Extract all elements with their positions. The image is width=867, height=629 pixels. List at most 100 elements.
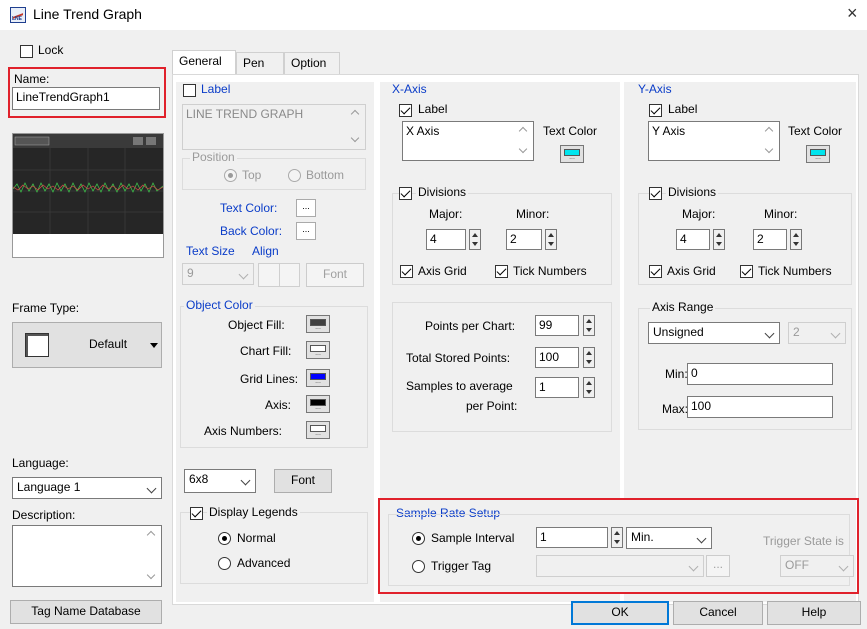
description-textarea[interactable]: [12, 525, 162, 587]
name-input[interactable]: LineTrendGraph1: [12, 87, 160, 110]
swatch-dots: ...: [569, 154, 575, 161]
tag-name-database-button[interactable]: Tag Name Database: [10, 600, 162, 624]
trigger-tag-select[interactable]: [536, 555, 704, 577]
axis-range-extra-value: 2: [793, 325, 800, 339]
cancel-button[interactable]: Cancel: [673, 601, 763, 625]
y-major-input[interactable]: 4: [676, 229, 710, 250]
x-axis-grid-checkbox[interactable]: [400, 265, 413, 278]
y-label-checkbox[interactable]: [649, 104, 662, 117]
frame-type-dropdown[interactable]: Default: [12, 322, 162, 368]
x-divisions-checkbox[interactable]: [399, 187, 412, 200]
trigger-tag-radio[interactable]: [412, 560, 425, 573]
ok-button[interactable]: OK: [571, 601, 669, 625]
align-divider: [279, 264, 280, 286]
display-legends-checkbox[interactable]: [190, 507, 203, 520]
x-tick-numbers-checkbox[interactable]: [495, 265, 508, 278]
x-divisions-label: Divisions: [416, 185, 469, 199]
lock-checkbox[interactable]: [20, 45, 33, 58]
font-size-value: 6x8: [189, 472, 209, 486]
label-text-scrollbar[interactable]: [349, 107, 363, 147]
align-selector[interactable]: [258, 263, 300, 287]
samples-average-spinner[interactable]: [583, 377, 595, 398]
tab-option[interactable]: Option: [284, 52, 340, 74]
legend-normal-label: Normal: [237, 531, 276, 545]
axis-font-button[interactable]: Font: [274, 469, 332, 493]
x-minor-input[interactable]: 2: [506, 229, 542, 250]
total-stored-input[interactable]: 100: [535, 347, 579, 368]
x-axis-title: X-Axis: [392, 82, 427, 96]
axis-range-type-select[interactable]: Unsigned: [648, 322, 780, 344]
axis-range-title: Axis Range: [650, 300, 716, 314]
y-minor-spinner[interactable]: [790, 229, 802, 250]
x-label-checkbox[interactable]: [399, 104, 412, 117]
label-checkbox[interactable]: [183, 84, 196, 97]
frame-type-value: Default: [89, 337, 128, 351]
legend-advanced-radio[interactable]: [218, 557, 231, 570]
back-color-button[interactable]: ...: [296, 222, 316, 240]
grid-lines-color-button[interactable]: ...: [306, 369, 330, 387]
swatch-dots: ...: [315, 404, 321, 411]
x-major-input[interactable]: 4: [426, 229, 466, 250]
chevron-down-icon: [696, 533, 707, 544]
legend-normal-radio[interactable]: [218, 532, 231, 545]
chart-fill-color-button[interactable]: ...: [306, 341, 330, 359]
font-size-select[interactable]: 6x8: [184, 469, 256, 493]
position-bottom-radio[interactable]: [288, 169, 301, 182]
tab-general[interactable]: General: [172, 50, 236, 75]
min-label: Min:: [665, 367, 688, 381]
axis-range-extra-select[interactable]: 2: [788, 322, 846, 344]
y-label-scrollbar[interactable]: [763, 124, 777, 158]
legends-group: [180, 512, 368, 584]
language-select[interactable]: Language 1: [12, 477, 162, 499]
close-icon[interactable]: ×: [847, 4, 858, 22]
object-fill-color-button[interactable]: ...: [306, 315, 330, 333]
text-size-select[interactable]: 9: [182, 263, 254, 285]
x-label-scrollbar[interactable]: [517, 124, 531, 158]
y-text-color-button[interactable]: ...: [806, 145, 830, 163]
x-tick-numbers-label: Tick Numbers: [513, 264, 587, 278]
x-label-text-input[interactable]: X Axis: [402, 121, 534, 161]
x-major-spinner[interactable]: [469, 229, 481, 250]
sample-interval-unit-select[interactable]: Min.: [626, 527, 712, 549]
sample-interval-input[interactable]: 1: [536, 527, 608, 548]
tab-pen[interactable]: Pen: [236, 52, 284, 74]
swatch-dots: ...: [315, 324, 321, 331]
y-axis-grid-checkbox[interactable]: [649, 265, 662, 278]
trigger-state-label: Trigger State is: [763, 534, 844, 548]
trigger-state-select[interactable]: OFF: [780, 555, 854, 577]
dropdown-arrow-icon: [150, 343, 158, 348]
help-button[interactable]: Help: [767, 601, 861, 625]
axis-color-button[interactable]: ...: [306, 395, 330, 413]
label-font-button[interactable]: Font: [306, 263, 364, 287]
y-tick-numbers-checkbox[interactable]: [740, 265, 753, 278]
graph-preview-image: [12, 134, 164, 257]
chevron-down-icon: [146, 483, 157, 494]
y-divisions-checkbox[interactable]: [649, 187, 662, 200]
x-text-color-button[interactable]: ...: [560, 145, 584, 163]
chevron-down-icon: [238, 269, 249, 280]
x-minor-spinner[interactable]: [545, 229, 557, 250]
sample-interval-spinner[interactable]: [611, 527, 623, 548]
y-major-spinner[interactable]: [713, 229, 725, 250]
points-per-chart-spinner[interactable]: [583, 315, 595, 336]
position-top-radio[interactable]: [224, 169, 237, 182]
label-text-input[interactable]: LINE TREND GRAPH: [182, 104, 366, 150]
line-trend-app-icon: [10, 7, 26, 23]
min-input[interactable]: 0: [687, 363, 833, 385]
y-label-text-input[interactable]: Y Axis: [648, 121, 780, 161]
y-minor-input[interactable]: 2: [753, 229, 787, 250]
max-input[interactable]: 100: [687, 396, 833, 418]
position-title: Position: [190, 150, 237, 164]
trigger-tag-label: Trigger Tag: [431, 559, 492, 573]
trigger-tag-browse-button[interactable]: ...: [706, 555, 730, 577]
total-stored-spinner[interactable]: [583, 347, 595, 368]
x-label-text-value: X Axis: [406, 124, 440, 138]
description-scrollbar[interactable]: [145, 528, 159, 584]
x-text-color-label: Text Color: [543, 124, 598, 138]
axis-numbers-color-button[interactable]: ...: [306, 421, 330, 439]
samples-average-input[interactable]: 1: [535, 377, 579, 398]
sample-interval-radio[interactable]: [412, 532, 425, 545]
y-label-check-text: Label: [668, 102, 698, 116]
points-per-chart-input[interactable]: 99: [535, 315, 579, 336]
text-color-button[interactable]: ...: [296, 199, 316, 217]
